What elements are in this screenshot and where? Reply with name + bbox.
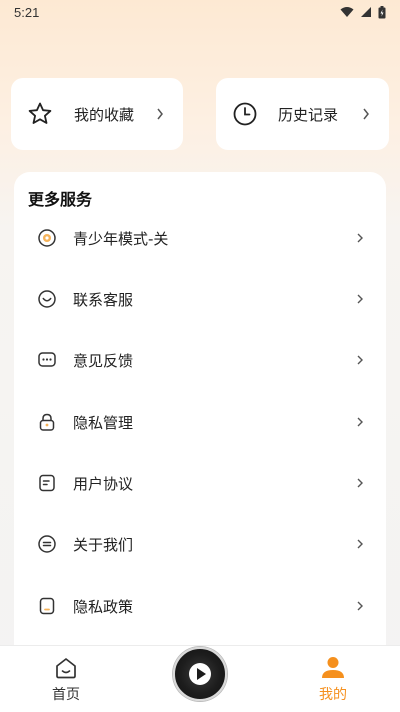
star-icon: [27, 101, 53, 127]
chevron-right-icon: [356, 598, 364, 614]
wifi-icon: [340, 6, 354, 18]
home-icon: [26, 656, 106, 680]
service-label: 青少年模式-关: [73, 229, 169, 248]
service-label: 意见反馈: [73, 351, 134, 370]
service-label: 隐私政策: [73, 597, 134, 616]
chat-bubble-icon: [37, 350, 57, 370]
nav-mine-label: 我的: [319, 687, 347, 703]
chevron-right-icon: [356, 230, 364, 246]
chevron-right-icon: [361, 104, 371, 124]
music-player-button[interactable]: [173, 647, 227, 701]
service-item-user-agreement[interactable]: 用户协议: [14, 459, 386, 507]
service-label: 隐私管理: [73, 413, 134, 432]
service-item-contact-support[interactable]: 联系客服: [14, 275, 386, 323]
chevron-right-icon: [356, 475, 364, 491]
chevron-right-icon: [155, 104, 165, 124]
chevron-right-icon: [356, 352, 364, 368]
chevron-right-icon: [356, 536, 364, 552]
history-card[interactable]: 历史记录: [216, 78, 389, 150]
signal-icon: [360, 6, 372, 18]
chevron-right-icon: [356, 291, 364, 307]
info-list-icon: [37, 534, 57, 554]
nav-mine-tab[interactable]: 我的: [293, 646, 373, 712]
status-time: 5:21: [14, 4, 40, 20]
favorites-card[interactable]: 我的收藏: [11, 78, 183, 150]
history-label: 历史记录: [278, 105, 339, 124]
smile-icon: [37, 289, 57, 309]
service-label: 关于我们: [73, 535, 134, 554]
service-label: 用户协议: [73, 474, 134, 493]
lock-icon: [37, 412, 57, 432]
battery-icon: [378, 5, 386, 19]
service-item-privacy-policy[interactable]: 隐私政策: [14, 582, 386, 630]
service-label: 联系客服: [73, 290, 134, 309]
nav-home-label: 首页: [52, 687, 80, 703]
youth-mode-icon: [37, 228, 57, 248]
more-services-title: 更多服务: [28, 190, 93, 209]
status-icons: [340, 5, 386, 19]
clock-icon: [232, 101, 258, 127]
document-icon: [37, 473, 57, 493]
service-item-privacy-management[interactable]: 隐私管理: [14, 398, 386, 446]
favorites-label: 我的收藏: [74, 105, 135, 124]
play-icon: [189, 663, 211, 685]
service-item-youth-mode[interactable]: 青少年模式-关: [14, 214, 386, 262]
chevron-right-icon: [356, 414, 364, 430]
service-item-about-us[interactable]: 关于我们: [14, 520, 386, 568]
user-icon: [293, 656, 373, 680]
more-services-panel: 更多服务 青少年模式-关 联系客服 意见反馈 隐私管理 用户协议 关于我们 隐私…: [14, 172, 386, 672]
service-item-feedback[interactable]: 意见反馈: [14, 336, 386, 384]
policy-icon: [37, 596, 57, 616]
status-bar: 5:21: [0, 0, 400, 24]
nav-home-tab[interactable]: 首页: [26, 646, 106, 712]
